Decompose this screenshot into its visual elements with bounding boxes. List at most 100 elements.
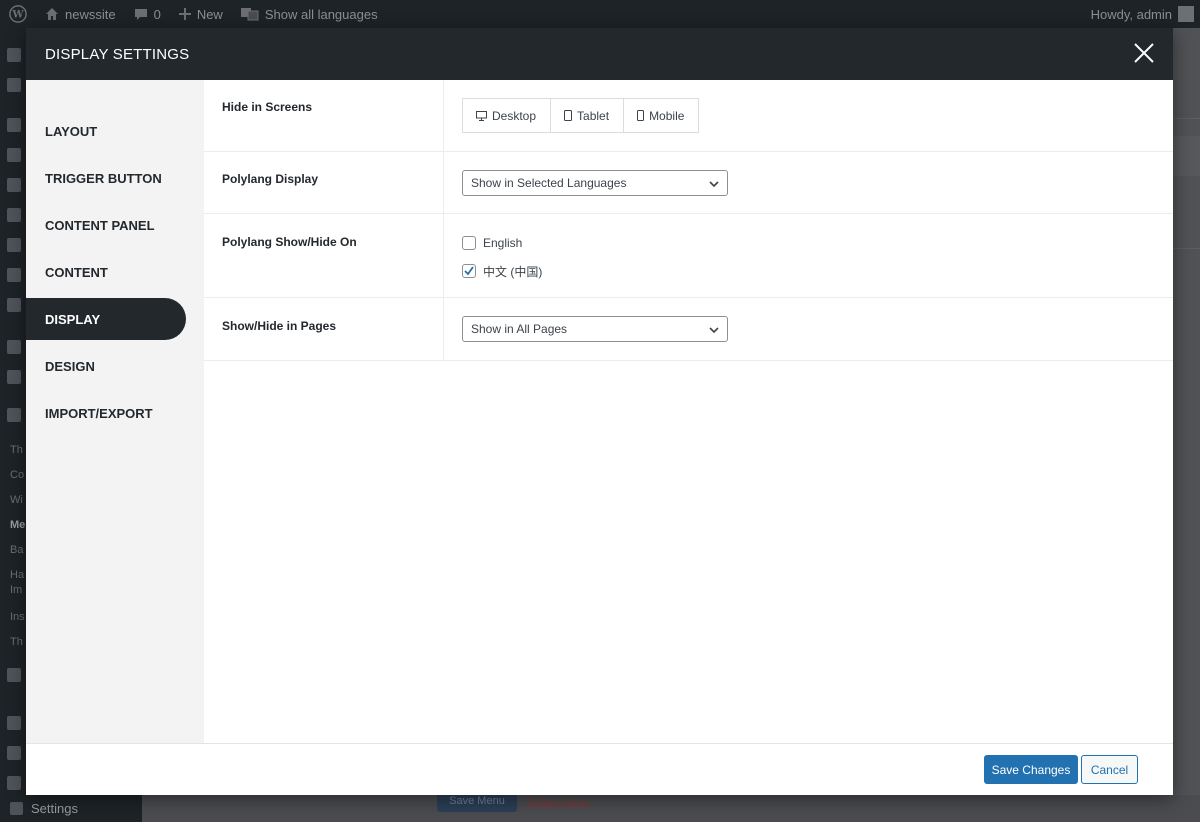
account-menu[interactable]: Howdy, admin [1091, 6, 1200, 22]
desktop-icon [476, 110, 487, 121]
menu-fragment[interactable]: Me [10, 519, 25, 531]
folder-icon[interactable] [7, 370, 21, 384]
menu-fragment[interactable]: Ba [10, 544, 23, 556]
plus-icon [178, 8, 191, 20]
pin-icon[interactable] [7, 118, 21, 132]
nav-item-content-panel[interactable]: CONTENT PANEL [26, 204, 204, 246]
menu-fragment[interactable]: Wi [10, 494, 23, 506]
english-checkbox[interactable] [462, 236, 476, 250]
checkmark-icon [464, 266, 474, 276]
admin-menu-settings[interactable]: Settings [0, 795, 142, 822]
mobile-label: Mobile [649, 108, 685, 123]
chinese-checkbox[interactable] [462, 264, 476, 278]
forms-icon[interactable] [7, 298, 21, 312]
settings-icon [10, 802, 23, 815]
desktop-label: Desktop [492, 108, 537, 123]
desktop-toggle[interactable]: Desktop [463, 99, 552, 132]
cancel-button[interactable]: Cancel [1081, 755, 1138, 784]
avatar [1178, 6, 1194, 22]
background-right-edge [1173, 28, 1200, 795]
comments-count: 0 [153, 6, 161, 22]
modal-body: LAYOUT TRIGGER BUTTON CONTENT PANEL CONT… [26, 80, 1173, 743]
menu-fragment[interactable]: Im [10, 584, 22, 596]
menu-fragment[interactable]: Ins [10, 611, 25, 623]
modal-footer: Save Changes Cancel [26, 743, 1173, 795]
nav-item-trigger-button[interactable]: TRIGGER BUTTON [26, 157, 204, 199]
menu-fragment[interactable]: Th [10, 636, 23, 648]
wrench-icon[interactable] [7, 776, 21, 790]
menu-fragment[interactable]: Th [10, 444, 23, 456]
save-changes-button[interactable]: Save Changes [984, 755, 1078, 784]
settings-gear-icon[interactable] [7, 78, 21, 92]
select-value: Show in All Pages [471, 322, 568, 336]
settings-content: Hide in Screens Desktop Tablet Mobile Po… [204, 80, 1173, 743]
nav-item-layout[interactable]: LAYOUT [26, 110, 204, 152]
polylang-display-select[interactable]: Show in Selected Languages [462, 170, 728, 196]
nav-item-display[interactable]: DISPLAY [26, 298, 186, 340]
plugin-icon[interactable] [7, 668, 21, 682]
users-icon[interactable] [7, 746, 21, 760]
checkbox-label: English [483, 236, 523, 250]
setting-label: Show/Hide in Pages [204, 298, 444, 360]
settings-label: Settings [31, 801, 78, 816]
elementor-icon[interactable] [7, 340, 21, 354]
menu-fragment[interactable]: Ha [10, 569, 24, 581]
comment-icon [134, 9, 147, 20]
mobile-toggle[interactable]: Mobile [624, 99, 699, 132]
setting-row-polylang-display: Polylang Display Show in Selected Langua… [204, 152, 1173, 214]
translate-icon [240, 8, 259, 21]
grid-icon[interactable] [7, 148, 21, 162]
dashboard-icon[interactable] [7, 48, 21, 62]
wordpress-logo[interactable]: W [0, 0, 36, 28]
nav-item-content[interactable]: CONTENT [26, 251, 204, 293]
show-hide-pages-select[interactable]: Show in All Pages [462, 316, 728, 342]
background-panel [1173, 136, 1200, 176]
background-divider [1173, 118, 1200, 119]
pages-icon[interactable] [7, 238, 21, 252]
languages-link[interactable]: Show all languages [232, 0, 387, 28]
setting-field: Show in Selected Languages [444, 152, 1173, 213]
site-name: newssite [65, 6, 116, 22]
media-icon[interactable] [7, 208, 21, 222]
tools-icon[interactable] [7, 716, 21, 730]
setting-label: Polylang Show/Hide On [204, 214, 444, 297]
site-name-link[interactable]: newssite [36, 0, 125, 28]
comments-link[interactable]: 0 [125, 0, 170, 28]
nav-item-design[interactable]: DESIGN [26, 345, 204, 387]
admin-bar: W newssite 0 New Show all languages Howd… [0, 0, 1200, 28]
setting-label: Polylang Display [204, 152, 444, 213]
select-value: Show in Selected Languages [471, 176, 627, 190]
wordpress-icon: W [9, 5, 27, 23]
screen-toggle-group: Desktop Tablet Mobile [462, 98, 700, 133]
setting-row-polylang-show-hide-on: Polylang Show/Hide On English 中文 (中国) [204, 214, 1173, 298]
background-delete-menu-link[interactable]: Delete Menu [527, 797, 589, 809]
admin-menu: Th Co Wi Me Ba Ha Im Ins Th [0, 28, 26, 822]
background-divider [1173, 248, 1200, 249]
setting-row-hide-in-screens: Hide in Screens Desktop Tablet Mobile [204, 80, 1173, 152]
modal-header: DISPLAY SETTINGS [26, 28, 1173, 80]
mobile-icon [637, 110, 645, 121]
close-icon [1134, 43, 1154, 63]
setting-row-show-hide-in-pages: Show/Hide in Pages Show in All Pages [204, 298, 1173, 361]
comments-icon[interactable] [7, 268, 21, 282]
language-option-chinese: 中文 (中国) [462, 263, 1173, 279]
setting-field: Show in All Pages [444, 298, 1173, 360]
new-label: New [196, 6, 223, 22]
settings-sidebar: LAYOUT TRIGGER BUTTON CONTENT PANEL CONT… [26, 80, 204, 743]
chevron-down-icon [709, 181, 719, 188]
close-button[interactable] [1131, 40, 1157, 66]
tablet-icon [564, 110, 573, 121]
table-icon[interactable] [7, 178, 21, 192]
new-content-link[interactable]: New [170, 0, 232, 28]
appearance-icon[interactable] [7, 408, 21, 422]
background-save-menu-button[interactable]: Save Menu [437, 795, 517, 812]
checkbox-label: 中文 (中国) [483, 264, 543, 279]
nav-item-import-export[interactable]: IMPORT/EXPORT [26, 392, 204, 434]
tablet-toggle[interactable]: Tablet [551, 99, 625, 132]
setting-field: Desktop Tablet Mobile [444, 80, 1173, 151]
tablet-label: Tablet [577, 108, 610, 123]
chevron-down-icon [709, 327, 719, 334]
setting-field: English 中文 (中国) [444, 214, 1173, 297]
language-option-english: English [462, 235, 1173, 251]
menu-fragment[interactable]: Co [10, 469, 24, 481]
